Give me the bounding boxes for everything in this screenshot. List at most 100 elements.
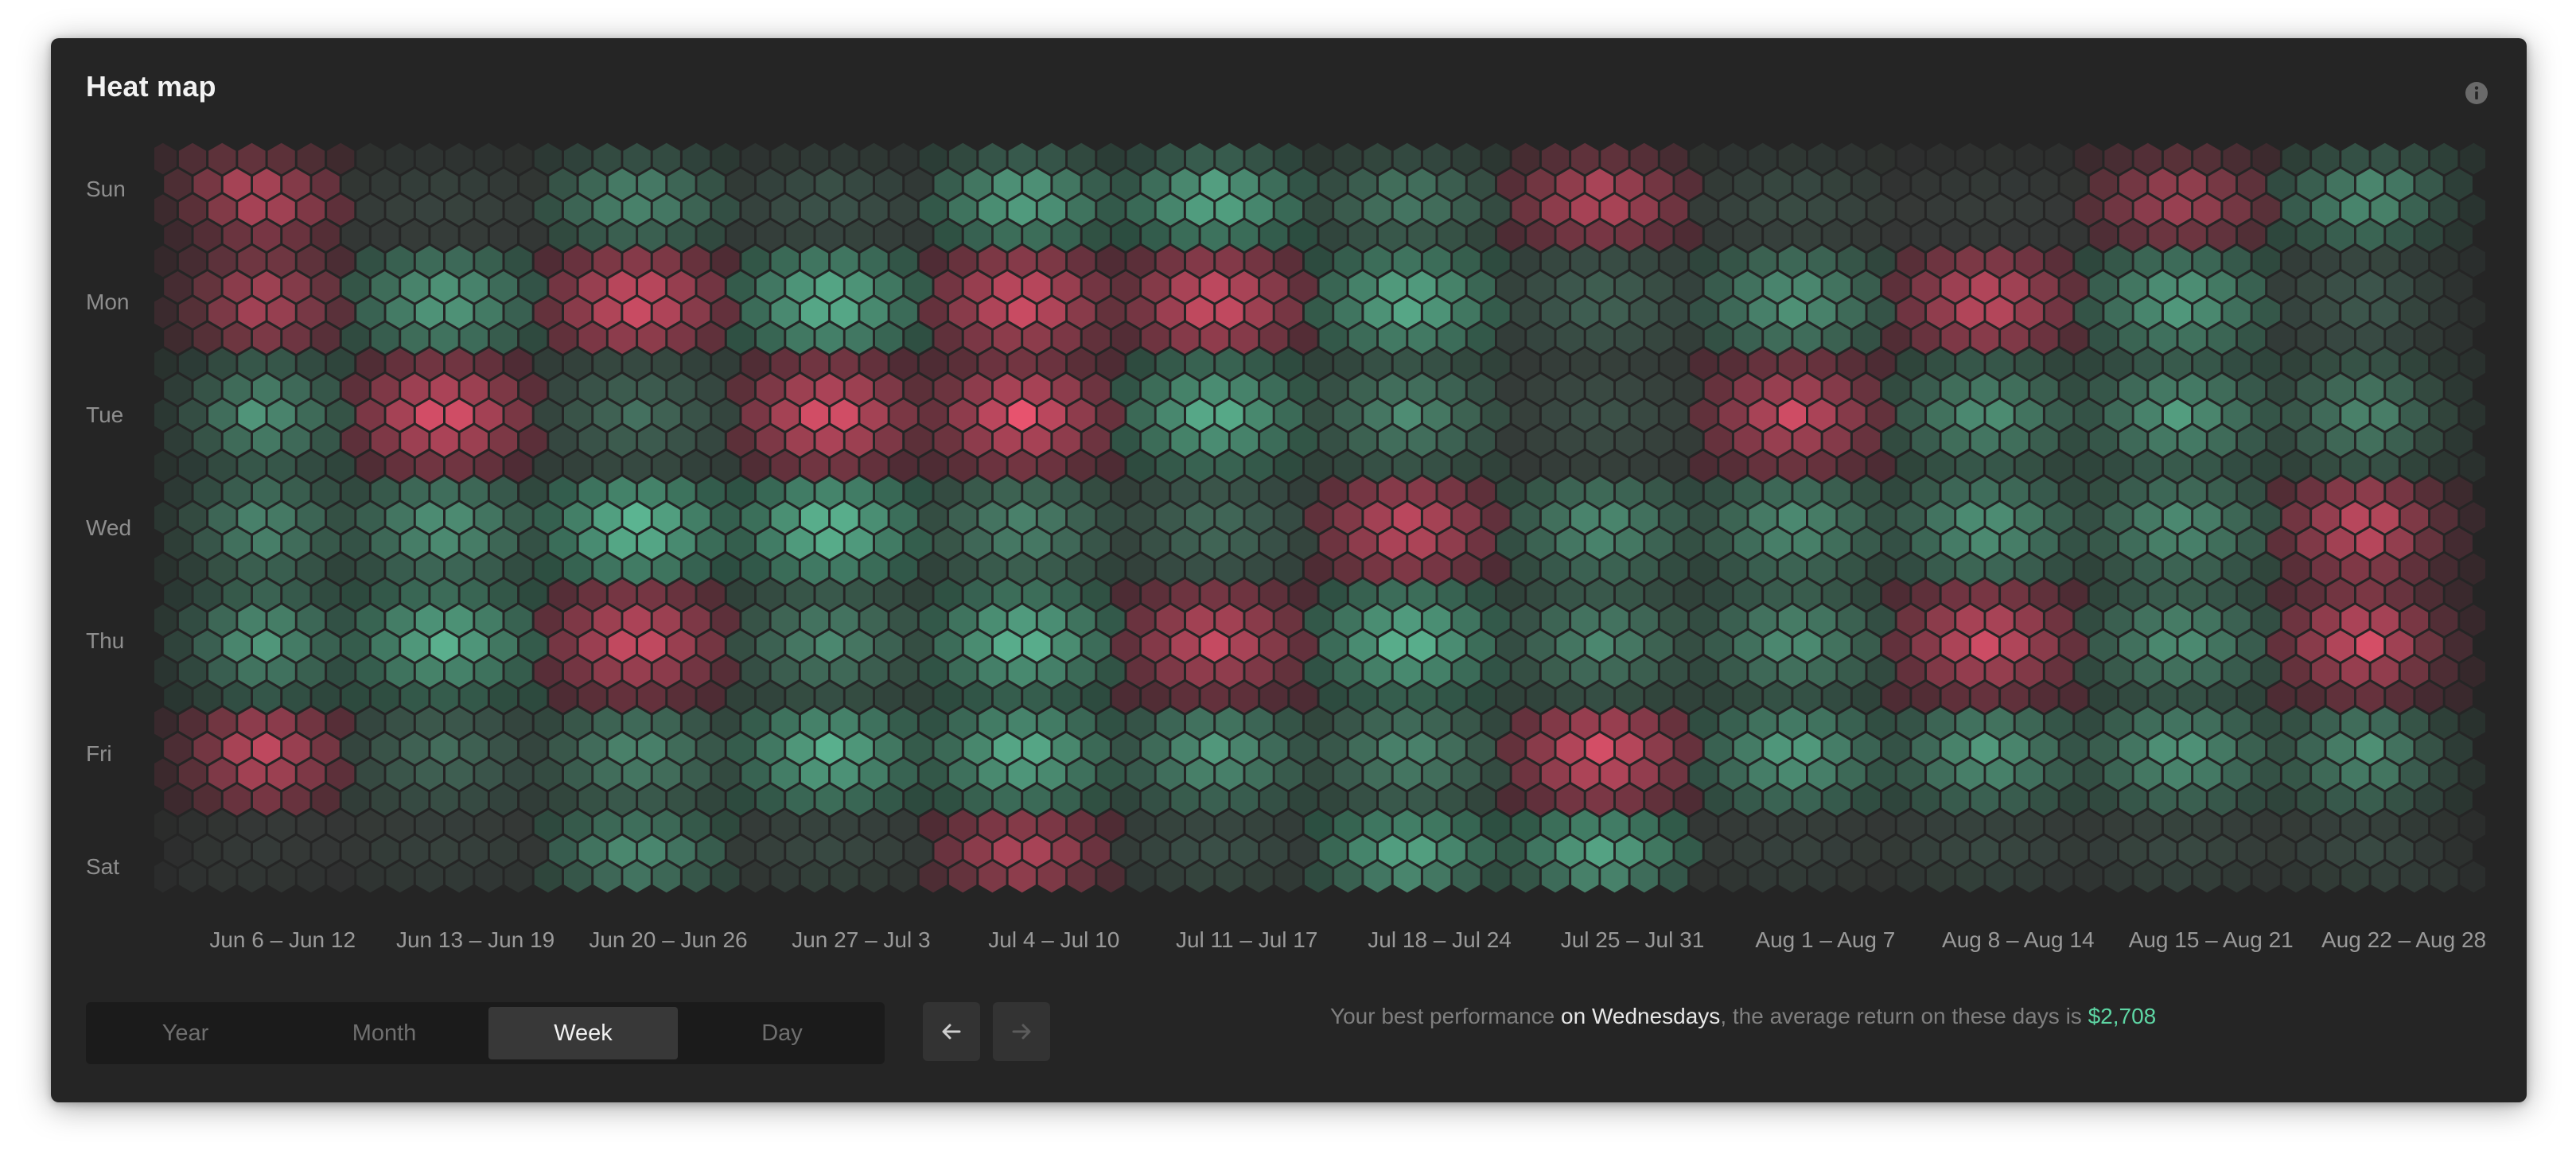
- hex-cell: [2386, 169, 2414, 200]
- hex-cell: [2312, 861, 2340, 893]
- hex-cell: [1068, 348, 1095, 380]
- hex-cell: [1274, 142, 1302, 175]
- hex-cell: [1216, 758, 1243, 791]
- next-button[interactable]: [993, 1002, 1050, 1061]
- hex-cell: [949, 399, 977, 431]
- hex-cell: [2326, 220, 2354, 251]
- hex-cell: [1290, 835, 1317, 867]
- hex-cell: [993, 733, 1021, 764]
- hex-cell: [2415, 271, 2443, 303]
- hex-cell: [386, 142, 414, 175]
- period-day-button[interactable]: Day: [687, 1007, 877, 1059]
- hex-cell: [1111, 322, 1140, 354]
- hex-cell: [2075, 399, 2103, 431]
- period-month-button[interactable]: Month: [290, 1007, 479, 1059]
- hex-cell: [2119, 425, 2147, 457]
- hex-cell: [623, 399, 651, 431]
- hex-cell: [1675, 527, 1702, 559]
- hex-cell: [1453, 450, 1481, 483]
- hex-cell: [1897, 348, 1924, 380]
- hex-cell: [1808, 297, 1836, 328]
- hex-cell: [2193, 399, 2221, 431]
- hex-cell: [193, 579, 221, 611]
- hex-cell: [2030, 630, 2058, 662]
- hex-cell: [1422, 553, 1451, 585]
- hex-cell: [267, 707, 295, 739]
- hex-cell: [238, 604, 266, 636]
- hex-cell: [2460, 502, 2485, 534]
- hex-cell: [1037, 707, 1066, 739]
- hex-cell: [297, 758, 325, 791]
- hex-cell: [712, 399, 740, 431]
- hex-cell: [1749, 810, 1776, 841]
- hex-cell: [771, 707, 799, 739]
- hex-cell: [875, 220, 903, 251]
- hex-cell: [1497, 476, 1525, 508]
- hex-cell: [1453, 553, 1481, 585]
- hex-cell: [757, 579, 784, 611]
- hex-cell: [2371, 604, 2399, 636]
- hex-cell: [593, 399, 621, 431]
- hex-cell: [2178, 784, 2206, 816]
- hex-cell: [1719, 810, 1747, 841]
- hex-cell: [2030, 322, 2058, 354]
- hex-cell: [1260, 425, 1288, 457]
- hex-cell: [993, 527, 1021, 559]
- hex-cell: [430, 169, 458, 200]
- hex-cell: [1497, 835, 1525, 867]
- hex-cell: [549, 682, 577, 713]
- hex-cell: [430, 374, 458, 406]
- hex-cell: [1571, 502, 1599, 534]
- info-icon[interactable]: [2465, 81, 2488, 105]
- hex-cell: [1497, 784, 1525, 816]
- hex-cell: [341, 220, 369, 251]
- period-week-button[interactable]: Week: [488, 1007, 678, 1059]
- hex-cell: [1348, 322, 1377, 354]
- hex-cell: [905, 733, 932, 764]
- hex-cell: [549, 271, 577, 303]
- hex-cell: [1630, 655, 1658, 688]
- hex-cell: [504, 707, 532, 739]
- hex-cell: [726, 527, 754, 559]
- hex-cell: [979, 502, 1006, 534]
- hex-cell: [1111, 374, 1140, 406]
- hex-cell: [2149, 527, 2177, 559]
- hex-cell: [1764, 682, 1792, 713]
- hex-cell: [905, 784, 932, 816]
- hex-cell: [297, 194, 325, 226]
- hex-cell: [253, 169, 281, 200]
- hex-cell: [1556, 169, 1584, 200]
- hex-cell: [460, 169, 488, 200]
- hex-cell: [1704, 220, 1732, 251]
- hex-cell: [178, 707, 207, 739]
- hex-cell: [697, 835, 725, 867]
- previous-button[interactable]: [923, 1002, 980, 1061]
- hex-cell: [356, 604, 384, 636]
- hex-cell: [164, 322, 192, 354]
- hex-cell: [2223, 502, 2251, 534]
- hex-cell: [1393, 810, 1421, 841]
- period-year-button[interactable]: Year: [91, 1007, 280, 1059]
- hex-cell: [1216, 604, 1243, 636]
- hex-cell: [2400, 502, 2429, 534]
- hex-cell: [2415, 169, 2443, 200]
- hex-cell: [771, 245, 799, 278]
- hex-cell: [1186, 553, 1214, 585]
- hex-cell: [282, 682, 310, 713]
- hex-cell: [2430, 450, 2458, 483]
- hex-cell: [2208, 835, 2236, 867]
- hex-cell: [312, 374, 340, 406]
- hex-cell: [800, 553, 829, 585]
- hex-cell: [164, 682, 192, 713]
- hex-cell: [356, 502, 384, 534]
- hex-cell: [1111, 476, 1140, 508]
- hex-cell: [1304, 245, 1333, 278]
- hex-cell: [2460, 861, 2485, 893]
- hex-cell: [1082, 630, 1110, 662]
- hex-cell: [282, 322, 310, 354]
- hex-cell: [489, 733, 518, 764]
- hex-cell: [2060, 630, 2088, 662]
- hex-cell: [267, 655, 295, 688]
- hex-cell: [2178, 579, 2206, 611]
- hex-cell: [1912, 322, 1940, 354]
